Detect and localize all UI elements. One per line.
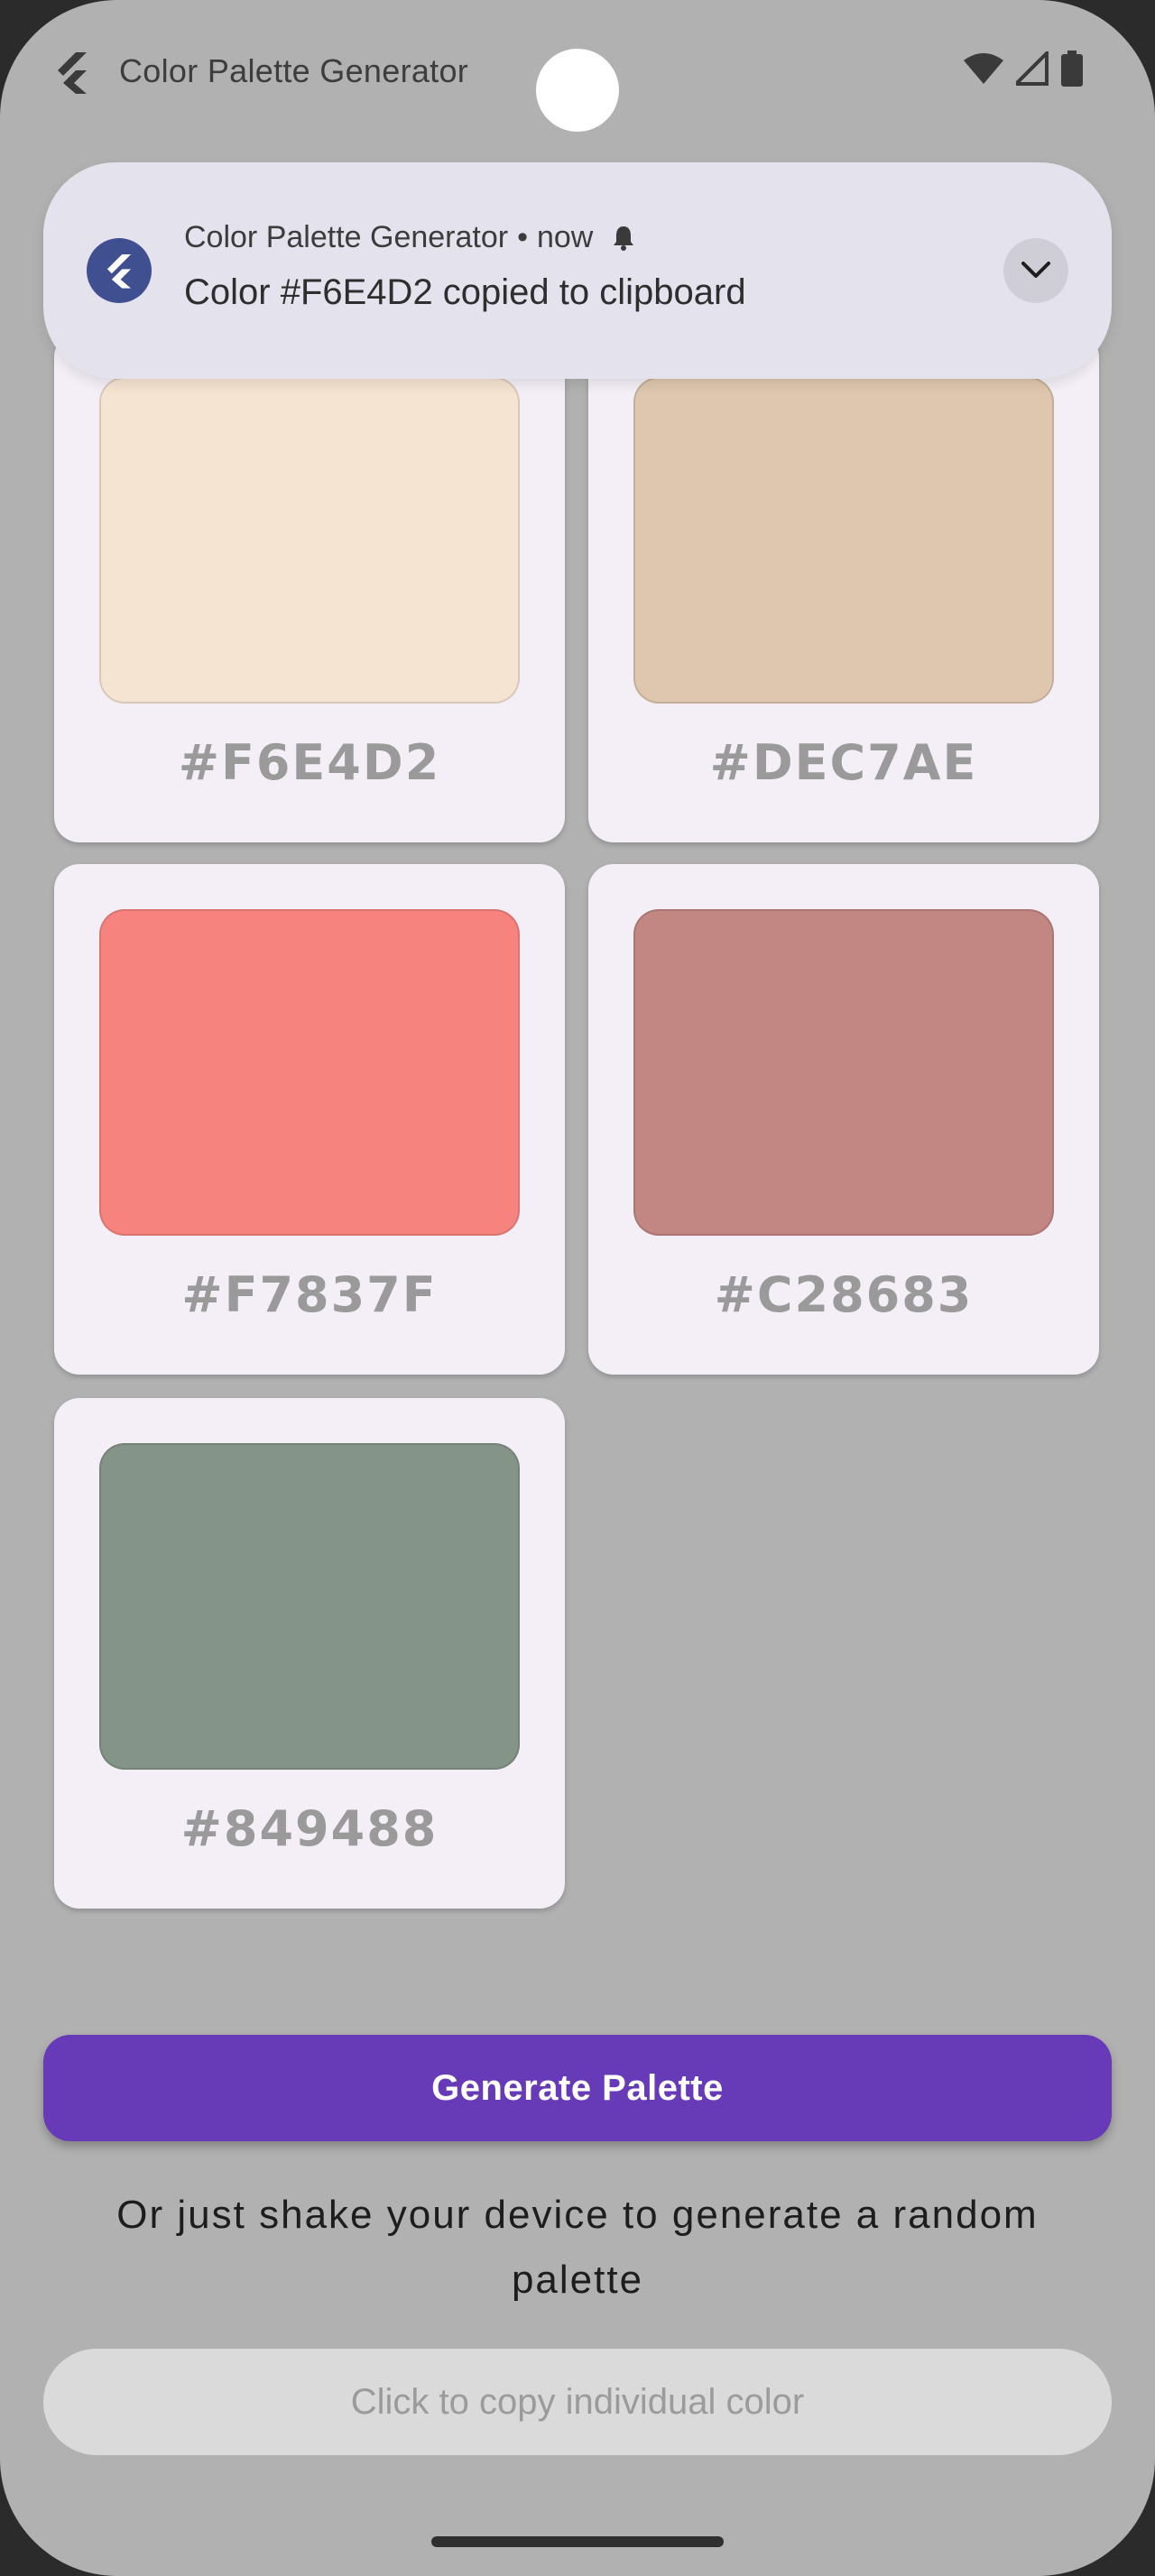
notification-separator: • xyxy=(517,220,528,254)
flutter-logo-icon xyxy=(87,238,152,303)
color-swatch xyxy=(99,1443,520,1770)
status-app-title: Color Palette Generator xyxy=(119,52,469,89)
color-swatch xyxy=(99,909,520,1236)
color-card[interactable]: #C28683 xyxy=(588,864,1099,1375)
color-hex-label: #DEC7AE xyxy=(709,734,978,791)
shake-hint-text: Or just shake your device to generate a … xyxy=(116,2193,1039,2302)
signal-icon xyxy=(1016,51,1049,86)
color-card[interactable]: #F7837F xyxy=(54,864,565,1375)
color-swatch xyxy=(633,377,1054,704)
battery-icon xyxy=(1061,51,1083,87)
status-icons xyxy=(964,51,1083,87)
notification-header: Color Palette Generator • now xyxy=(184,220,638,255)
home-indicator[interactable] xyxy=(431,2536,724,2547)
status-bar: Color Palette Generator xyxy=(0,0,1155,144)
wifi-icon xyxy=(964,53,1003,84)
chevron-down-icon[interactable] xyxy=(1003,238,1068,303)
notification-app-name: Color Palette Generator xyxy=(184,220,509,254)
notification-time: now xyxy=(536,220,594,254)
flutter-logo-icon xyxy=(58,52,87,94)
bell-icon xyxy=(614,225,634,251)
color-swatch xyxy=(633,909,1054,1236)
color-hex-label: #C28683 xyxy=(714,1266,974,1323)
camera-cutout xyxy=(536,49,619,132)
color-card[interactable]: #DEC7AE xyxy=(588,332,1099,842)
clipboard-notification[interactable]: Color Palette Generator • now Color #F6E… xyxy=(43,162,1112,379)
color-swatch xyxy=(99,377,520,704)
color-card[interactable]: #F6E4D2 xyxy=(54,332,565,842)
color-card[interactable]: #849488 xyxy=(54,1398,565,1909)
color-hex-label: #F6E4D2 xyxy=(178,734,441,791)
copy-hint-button[interactable]: Click to copy individual color xyxy=(43,2349,1112,2455)
phone-screen: Color Palette Generator Color Palette Ge… xyxy=(0,0,1155,2576)
color-hex-label: #F7837F xyxy=(181,1266,438,1323)
generate-palette-button[interactable]: Generate Palette xyxy=(43,2035,1112,2141)
notification-message: Color #F6E4D2 copied to clipboard xyxy=(184,272,746,312)
color-hex-label: #849488 xyxy=(180,1800,439,1857)
